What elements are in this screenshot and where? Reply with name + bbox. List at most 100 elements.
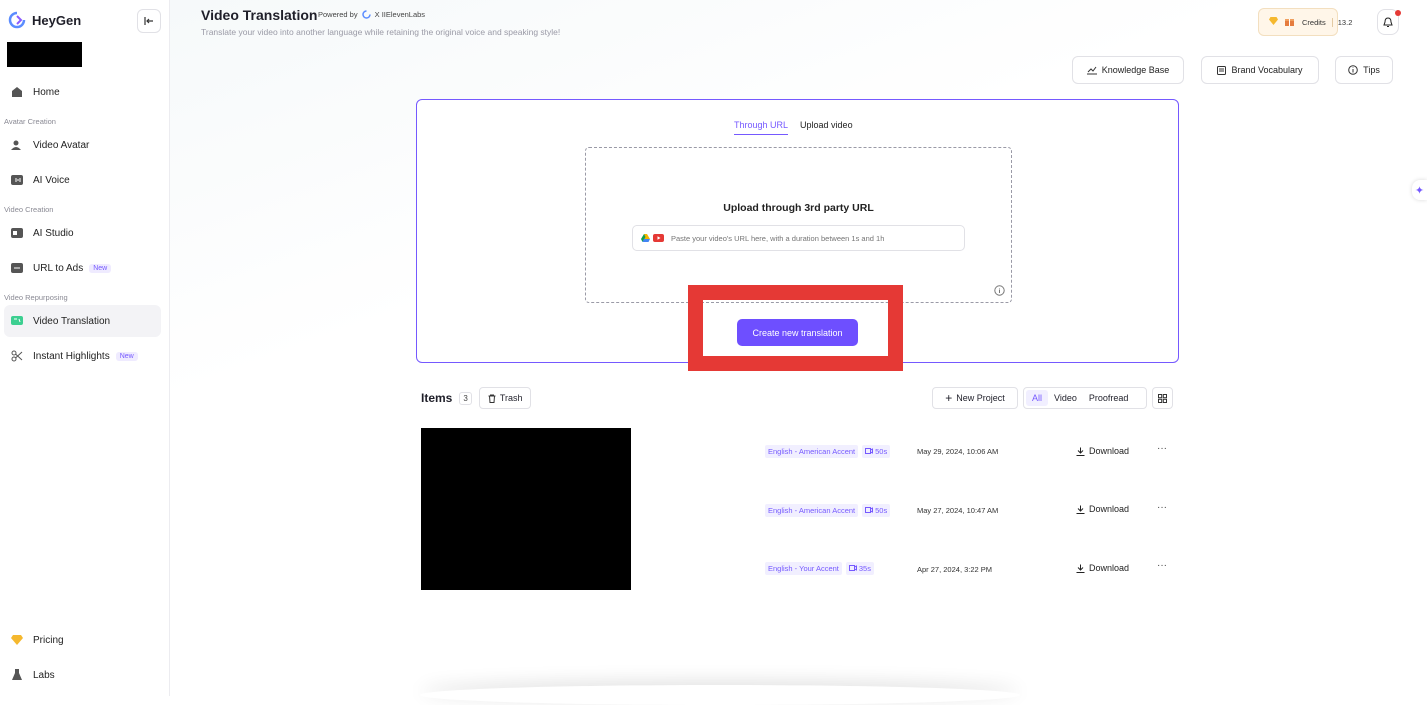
sidebar-item-video-translation[interactable]: Video Translation — [4, 305, 161, 337]
download-button[interactable]: Download — [1076, 446, 1129, 456]
sidebar-item-label: AI Voice — [33, 174, 70, 186]
gift-icon — [1285, 17, 1294, 28]
sidebar-item-label: AI Studio — [33, 227, 74, 239]
knowledge-base-label: Knowledge Base — [1101, 65, 1170, 75]
voice-icon — [10, 173, 24, 187]
section-avatar-creation: Avatar Creation — [4, 117, 56, 126]
flask-icon — [10, 668, 24, 682]
language-badge: English - Your Accent — [765, 561, 842, 575]
sparkle-icon: ✦ — [1414, 184, 1425, 197]
info-icon[interactable] — [994, 285, 1005, 296]
duration-value: 50s — [875, 446, 888, 456]
filter-proofread[interactable]: Proofread — [1083, 390, 1135, 406]
download-button[interactable]: Download — [1076, 504, 1129, 514]
knowledge-base-button[interactable]: Knowledge Base — [1072, 56, 1184, 84]
sidebar-item-video-avatar[interactable]: Video Avatar — [4, 129, 161, 161]
more-options-icon[interactable]: ··· — [1157, 443, 1167, 454]
page-subtitle: Translate your video into another langua… — [201, 27, 561, 37]
download-icon — [1076, 564, 1085, 573]
partner-name: X IIElevenLabs — [374, 10, 426, 19]
notification-dot — [1395, 10, 1401, 16]
sidebar-item-label: Pricing — [33, 634, 64, 646]
redacted-workspace — [7, 42, 82, 67]
video-thumbnail-redacted[interactable] — [421, 428, 631, 590]
powered-by: Powered by X IIElevenLabs — [318, 10, 425, 19]
trash-button[interactable]: Trash — [478, 387, 532, 409]
list-item: English - American Accent 50s — [765, 502, 891, 518]
page-title: Video Translation — [201, 7, 318, 23]
youtube-icon — [653, 234, 664, 242]
grid-icon — [1158, 393, 1167, 403]
items-count: 3 — [459, 391, 472, 405]
filter-video[interactable]: Video — [1048, 390, 1083, 406]
sidebar-item-label: Labs — [33, 669, 55, 681]
sidebar-item-ai-voice[interactable]: AI Voice — [4, 164, 161, 196]
diamond-icon — [10, 633, 24, 647]
language-badge: English - American Accent — [765, 444, 859, 458]
video-icon — [848, 565, 857, 571]
url-dropzone: Upload through 3rd party URL — [585, 147, 1012, 303]
section-video-repurposing: Video Repurposing — [4, 293, 68, 302]
download-label: Download — [1089, 504, 1130, 514]
items-title: Items — [421, 391, 453, 405]
google-drive-icon — [641, 234, 650, 242]
duration-badge: 50s — [862, 503, 891, 517]
upload-tabs: Through URL Upload video — [734, 120, 853, 135]
trash-label: Trash — [499, 393, 523, 403]
heygen-small-icon — [361, 10, 371, 19]
credits-widget[interactable]: Credits 13.2 — [1258, 8, 1352, 36]
sidebar-item-label: Home — [33, 86, 60, 98]
dropzone-title: Upload through 3rd party URL — [723, 202, 874, 214]
duration-badge: 35s — [845, 561, 874, 575]
sidebar-item-ai-studio[interactable]: AI Studio — [4, 217, 161, 249]
url-input[interactable] — [671, 233, 941, 243]
tab-through-url[interactable]: Through URL — [734, 120, 789, 135]
heygen-logo-icon — [8, 11, 26, 29]
more-options-icon[interactable]: ··· — [1157, 560, 1167, 571]
sidebar-item-label: Instant Highlights — [33, 350, 110, 362]
sidebar-item-home[interactable]: Home — [4, 76, 161, 108]
sidebar-item-url-to-ads[interactable]: URL to Ads New — [4, 252, 161, 284]
plus-icon: + — [945, 391, 953, 405]
duration-value: 35s — [858, 563, 871, 573]
bell-icon — [1383, 16, 1393, 27]
duration-badge: 50s — [862, 444, 891, 458]
video-icon — [865, 448, 874, 454]
translation-icon — [10, 314, 24, 328]
tab-upload-video[interactable]: Upload video — [800, 120, 853, 135]
filter-all[interactable]: All — [1026, 390, 1049, 406]
items-header: Items 3 Trash — [421, 387, 532, 409]
sidebar-item-pricing[interactable]: Pricing — [4, 624, 161, 656]
sidebar: HeyGen Home Avatar Creation Video Avatar… — [0, 0, 170, 696]
collapse-sidebar-button[interactable] — [137, 9, 161, 33]
diamond-icon — [1269, 17, 1278, 27]
brand-vocabulary-label: Brand Vocabulary — [1231, 65, 1303, 75]
new-badge: New — [115, 351, 138, 361]
more-options-icon[interactable]: ··· — [1157, 502, 1167, 513]
powered-by-label: Powered by — [318, 10, 358, 19]
list-item: English - Your Accent 35s — [765, 560, 874, 576]
brand-vocabulary-button[interactable]: Brand Vocabulary — [1201, 56, 1319, 84]
new-project-button[interactable]: + New Project — [932, 387, 1018, 409]
url-input-field[interactable] — [632, 225, 965, 251]
heygen-logo[interactable]: HeyGen — [8, 11, 81, 29]
list-item: English - American Accent 50s — [765, 443, 891, 459]
sidebar-item-label: URL to Ads — [33, 262, 84, 274]
download-button[interactable]: Download — [1076, 563, 1129, 573]
new-project-label: New Project — [956, 393, 1005, 403]
tips-button[interactable]: Tips — [1335, 56, 1393, 84]
credits-value: 13.2 — [1331, 17, 1352, 27]
download-icon — [1076, 447, 1085, 456]
create-new-translation-button[interactable]: Create new translation — [737, 319, 858, 346]
collapse-icon — [144, 17, 153, 25]
studio-icon — [10, 226, 24, 240]
download-icon — [1076, 505, 1085, 514]
sidebar-item-labs[interactable]: Labs — [4, 659, 161, 691]
tips-label: Tips — [1363, 65, 1380, 75]
grid-view-button[interactable] — [1152, 387, 1173, 409]
info-icon — [1348, 65, 1358, 75]
duration-value: 50s — [875, 505, 888, 515]
download-label: Download — [1089, 563, 1130, 573]
sidebar-item-instant-highlights[interactable]: Instant Highlights New — [4, 340, 161, 372]
ai-assistant-tab[interactable]: ✦ — [1412, 180, 1427, 200]
